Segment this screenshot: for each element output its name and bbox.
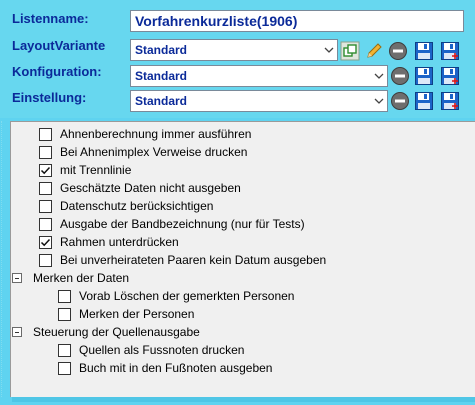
konfiguration-select[interactable]: Standard [130, 65, 388, 87]
minus-circle-icon [391, 92, 409, 110]
option-label: Ausgabe der Bandbezeichnung (nur für Tes… [60, 217, 305, 231]
option-label: Quellen als Fussnoten drucken [79, 343, 245, 357]
checkbox[interactable] [39, 127, 52, 141]
save-konfiguration-as-button[interactable] [440, 66, 460, 86]
settings-header-panel: Listenname: Vorfahrenkurzliste(1906) Lay… [0, 0, 475, 118]
layout-variante-value: Standard [135, 43, 188, 57]
floppy-disk-plus-icon [441, 92, 459, 110]
listenname-field[interactable]: Vorfahrenkurzliste(1906) [130, 10, 464, 32]
listenname-value: Vorfahrenkurzliste(1906) [135, 13, 298, 29]
minus-circle-icon [389, 42, 407, 60]
collapse-toggle-icon[interactable] [12, 273, 22, 283]
option-row[interactable]: Merken der Personen [58, 305, 194, 323]
layout-variante-select[interactable]: Standard [130, 39, 338, 61]
option-label: Bei unverheirateten Paaren kein Datum au… [60, 253, 327, 267]
checkmark-icon [40, 238, 51, 246]
minus-circle-icon [391, 67, 409, 85]
edit-layout-button[interactable] [364, 41, 384, 61]
chevron-down-icon [374, 98, 384, 104]
layout-variante-label: LayoutVariante [12, 38, 106, 53]
checkbox[interactable] [58, 307, 71, 321]
option-row[interactable]: Bei unverheirateten Paaren kein Datum au… [39, 251, 326, 269]
option-row[interactable]: Geschätzte Daten nicht ausgeben [39, 179, 241, 197]
copy-icon [340, 41, 360, 61]
option-row[interactable]: Bei Ahnenimplex Verweise drucken [39, 143, 247, 161]
delete-einstellung-button[interactable] [390, 91, 410, 111]
einstellung-value: Standard [135, 94, 188, 108]
option-row[interactable]: Ausgabe der Bandbezeichnung (nur für Tes… [39, 215, 305, 233]
option-label: Merken der Personen [79, 307, 195, 321]
group-merken-der-daten[interactable]: Merken der Daten [12, 269, 129, 287]
save-einstellung-as-button[interactable] [440, 91, 460, 111]
option-label: Rahmen unterdrücken [60, 235, 179, 249]
option-row[interactable]: Ahnenberechnung immer ausführen [39, 125, 251, 143]
save-einstellung-button[interactable] [414, 91, 434, 111]
einstellung-select[interactable]: Standard [130, 90, 388, 112]
checkbox[interactable] [58, 361, 71, 375]
copy-layout-button[interactable] [340, 41, 360, 61]
checkmark-icon [40, 166, 51, 174]
checkbox[interactable] [39, 181, 52, 195]
option-label: Datenschutz berücksichtigen [60, 199, 214, 213]
checkbox[interactable] [58, 289, 71, 303]
einstellung-label: Einstellung: [12, 90, 87, 105]
floppy-disk-icon [415, 42, 433, 60]
checkbox[interactable] [39, 145, 52, 159]
option-label: Geschätzte Daten nicht ausgeben [60, 181, 241, 195]
checkbox[interactable] [39, 253, 52, 267]
save-layout-button[interactable] [414, 41, 434, 61]
option-label: Buch mit in den Fußnoten ausgeben [79, 361, 273, 375]
checkbox[interactable] [58, 343, 71, 357]
option-row[interactable]: mit Trennlinie [39, 161, 131, 179]
checkbox[interactable] [39, 217, 52, 231]
option-label: mit Trennlinie [60, 163, 132, 177]
delete-layout-button[interactable] [388, 41, 408, 61]
group-label: Steuerung der Quellenausgabe [33, 325, 200, 339]
group-steuerung-der-quellenausgabe[interactable]: Steuerung der Quellenausgabe [12, 323, 200, 341]
options-tree: Ahnenberechnung immer ausführen Bei Ahne… [10, 121, 475, 397]
konfiguration-value: Standard [135, 69, 188, 83]
tree-guide-line [1, 121, 6, 397]
bottom-border-inner [12, 397, 475, 402]
option-row[interactable]: Rahmen unterdrücken [39, 233, 179, 251]
floppy-disk-icon [415, 67, 433, 85]
option-label: Vorab Löschen der gemerkten Personen [79, 289, 295, 303]
chevron-down-icon [374, 73, 384, 79]
chevron-down-icon [324, 47, 334, 53]
option-row[interactable]: Quellen als Fussnoten drucken [58, 341, 244, 359]
floppy-disk-plus-icon [441, 42, 459, 60]
konfiguration-label: Konfiguration: [12, 64, 102, 79]
group-label: Merken der Daten [33, 271, 130, 285]
pencil-icon [367, 43, 382, 58]
delete-konfiguration-button[interactable] [390, 66, 410, 86]
option-row[interactable]: Vorab Löschen der gemerkten Personen [58, 287, 294, 305]
checkbox[interactable] [39, 235, 52, 249]
save-layout-as-button[interactable] [440, 41, 460, 61]
listenname-label: Listenname: [12, 11, 89, 26]
option-row[interactable]: Datenschutz berücksichtigen [39, 197, 213, 215]
option-row[interactable]: Buch mit in den Fußnoten ausgeben [58, 359, 272, 377]
checkbox[interactable] [39, 163, 52, 177]
option-label: Bei Ahnenimplex Verweise drucken [60, 145, 248, 159]
collapse-toggle-icon[interactable] [12, 327, 22, 337]
bottom-border [0, 397, 475, 405]
floppy-disk-plus-icon [441, 67, 459, 85]
option-label: Ahnenberechnung immer ausführen [60, 127, 252, 141]
checkbox[interactable] [39, 199, 52, 213]
floppy-disk-icon [415, 92, 433, 110]
save-konfiguration-button[interactable] [414, 66, 434, 86]
